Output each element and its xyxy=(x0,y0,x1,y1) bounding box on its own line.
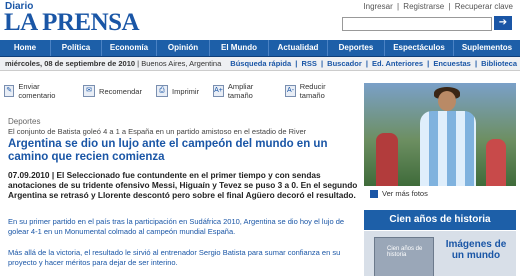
site-header: Diario LA PRENSA Ingresar | Registrarse … xyxy=(0,0,520,40)
promo-banner[interactable]: Cien años de historia Imágenes de un mun… xyxy=(364,231,516,276)
separator: | xyxy=(448,2,451,11)
article-paragraph: Más allá de la victoria, el resultado le… xyxy=(8,248,341,267)
article-kicker: El conjunto de Batista goleó 4 a 1 a Esp… xyxy=(8,127,307,136)
promo-thumb-label: Cien años de historia xyxy=(387,246,423,258)
polls-link[interactable]: Encuestas xyxy=(433,59,471,68)
print-button[interactable]: ⎙ Imprimir xyxy=(155,85,200,97)
enlarge-label: Ampliar tamaño xyxy=(227,82,254,100)
text-enlarge-icon: A+ xyxy=(213,85,224,97)
nav-item-economia[interactable]: Economía xyxy=(102,40,157,56)
recover-password-link[interactable]: Recuperar clave xyxy=(455,2,513,11)
article-lead: 07.09.2010 | El Seleccionado fue contund… xyxy=(8,170,358,200)
register-link[interactable]: Registrarse xyxy=(403,2,444,11)
print-label: Imprimir xyxy=(171,86,200,96)
background-player xyxy=(376,133,398,186)
quick-links: Búsqueda rápida | RSS | Buscador | Ed. A… xyxy=(229,57,518,70)
separator: | xyxy=(474,59,478,68)
print-icon: ⎙ xyxy=(155,85,168,97)
separator: | xyxy=(396,2,400,11)
separator: | xyxy=(295,59,298,68)
past-editions-link[interactable]: Ed. Anteriores xyxy=(372,59,423,68)
article-headline: Argentina se dio un lujo ante el campeón… xyxy=(8,138,328,163)
text-reduce-icon: A- xyxy=(285,85,296,97)
promo-thumbnail: Cien años de historia xyxy=(374,237,434,276)
enlarge-text-button[interactable]: A+ Ampliar tamaño xyxy=(213,82,271,100)
main-nav: Home Política Economía Opinión El Mundo … xyxy=(0,40,520,57)
article-photo[interactable] xyxy=(364,83,516,186)
reduce-label: Reducir tamaño xyxy=(299,82,326,100)
comment-icon: ✎ xyxy=(4,85,15,97)
recommend-icon: ✉ xyxy=(83,85,96,97)
send-comment-label: Enviar comentario xyxy=(18,82,56,100)
nav-item-el-mundo[interactable]: El Mundo xyxy=(210,40,269,56)
login-link[interactable]: Ingresar xyxy=(363,2,392,11)
quick-search-link[interactable]: Búsqueda rápida xyxy=(230,59,291,68)
search-input[interactable] xyxy=(342,17,492,31)
separator: | xyxy=(320,59,324,68)
sub-bar: miércoles, 08 de septiembre de 2010 | Bu… xyxy=(0,57,520,71)
nav-item-deportes[interactable]: Deportes xyxy=(328,40,385,56)
send-comment-button[interactable]: ✎ Enviar comentario xyxy=(4,82,69,100)
rss-link[interactable]: RSS xyxy=(301,59,316,68)
promo-text: Imágenes de un mundo xyxy=(445,239,507,261)
nav-item-politica[interactable]: Política xyxy=(51,40,102,56)
recommend-button[interactable]: ✉ Recomendar xyxy=(83,85,142,97)
gallery-icon xyxy=(370,189,378,198)
nav-item-actualidad[interactable]: Actualidad xyxy=(269,40,328,56)
more-photos-label: Ver más fotos xyxy=(382,189,428,198)
current-date: miércoles, 08 de septiembre de 2010 xyxy=(5,59,136,68)
search-button[interactable]: ➔ xyxy=(494,16,512,30)
article-tools: ✎ Enviar comentario ✉ Recomendar ⎙ Impri… xyxy=(4,82,358,100)
player-head xyxy=(438,91,456,111)
library-link[interactable]: Biblioteca xyxy=(481,59,517,68)
separator: | xyxy=(427,59,430,68)
article-paragraph: En su primer partido en el país tras la … xyxy=(8,217,345,236)
location: | Buenos Aires, Argentina xyxy=(137,59,222,68)
search-page-link[interactable]: Buscador xyxy=(327,59,362,68)
separator: | xyxy=(365,59,368,68)
nav-item-home[interactable]: Home xyxy=(0,40,51,56)
reduce-text-button[interactable]: A- Reducir tamaño xyxy=(285,82,344,100)
nav-item-suplementos[interactable]: Suplementos xyxy=(454,40,520,56)
logo[interactable]: LA PRENSA xyxy=(4,10,140,36)
background-player xyxy=(486,139,506,186)
nav-item-opinion[interactable]: Opinión xyxy=(157,40,210,56)
account-links: Ingresar | Registrarse | Recuperar clave xyxy=(362,2,514,11)
date-location: miércoles, 08 de septiembre de 2010 | Bu… xyxy=(5,57,221,70)
promo-title[interactable]: Cien años de historia xyxy=(364,210,516,230)
player-jersey xyxy=(420,111,476,186)
more-photos-link[interactable]: Ver más fotos xyxy=(370,189,428,198)
nav-item-espectaculos[interactable]: Espectáculos xyxy=(385,40,454,56)
section-label: Deportes xyxy=(8,117,41,126)
recommend-label: Recomendar xyxy=(99,86,142,96)
